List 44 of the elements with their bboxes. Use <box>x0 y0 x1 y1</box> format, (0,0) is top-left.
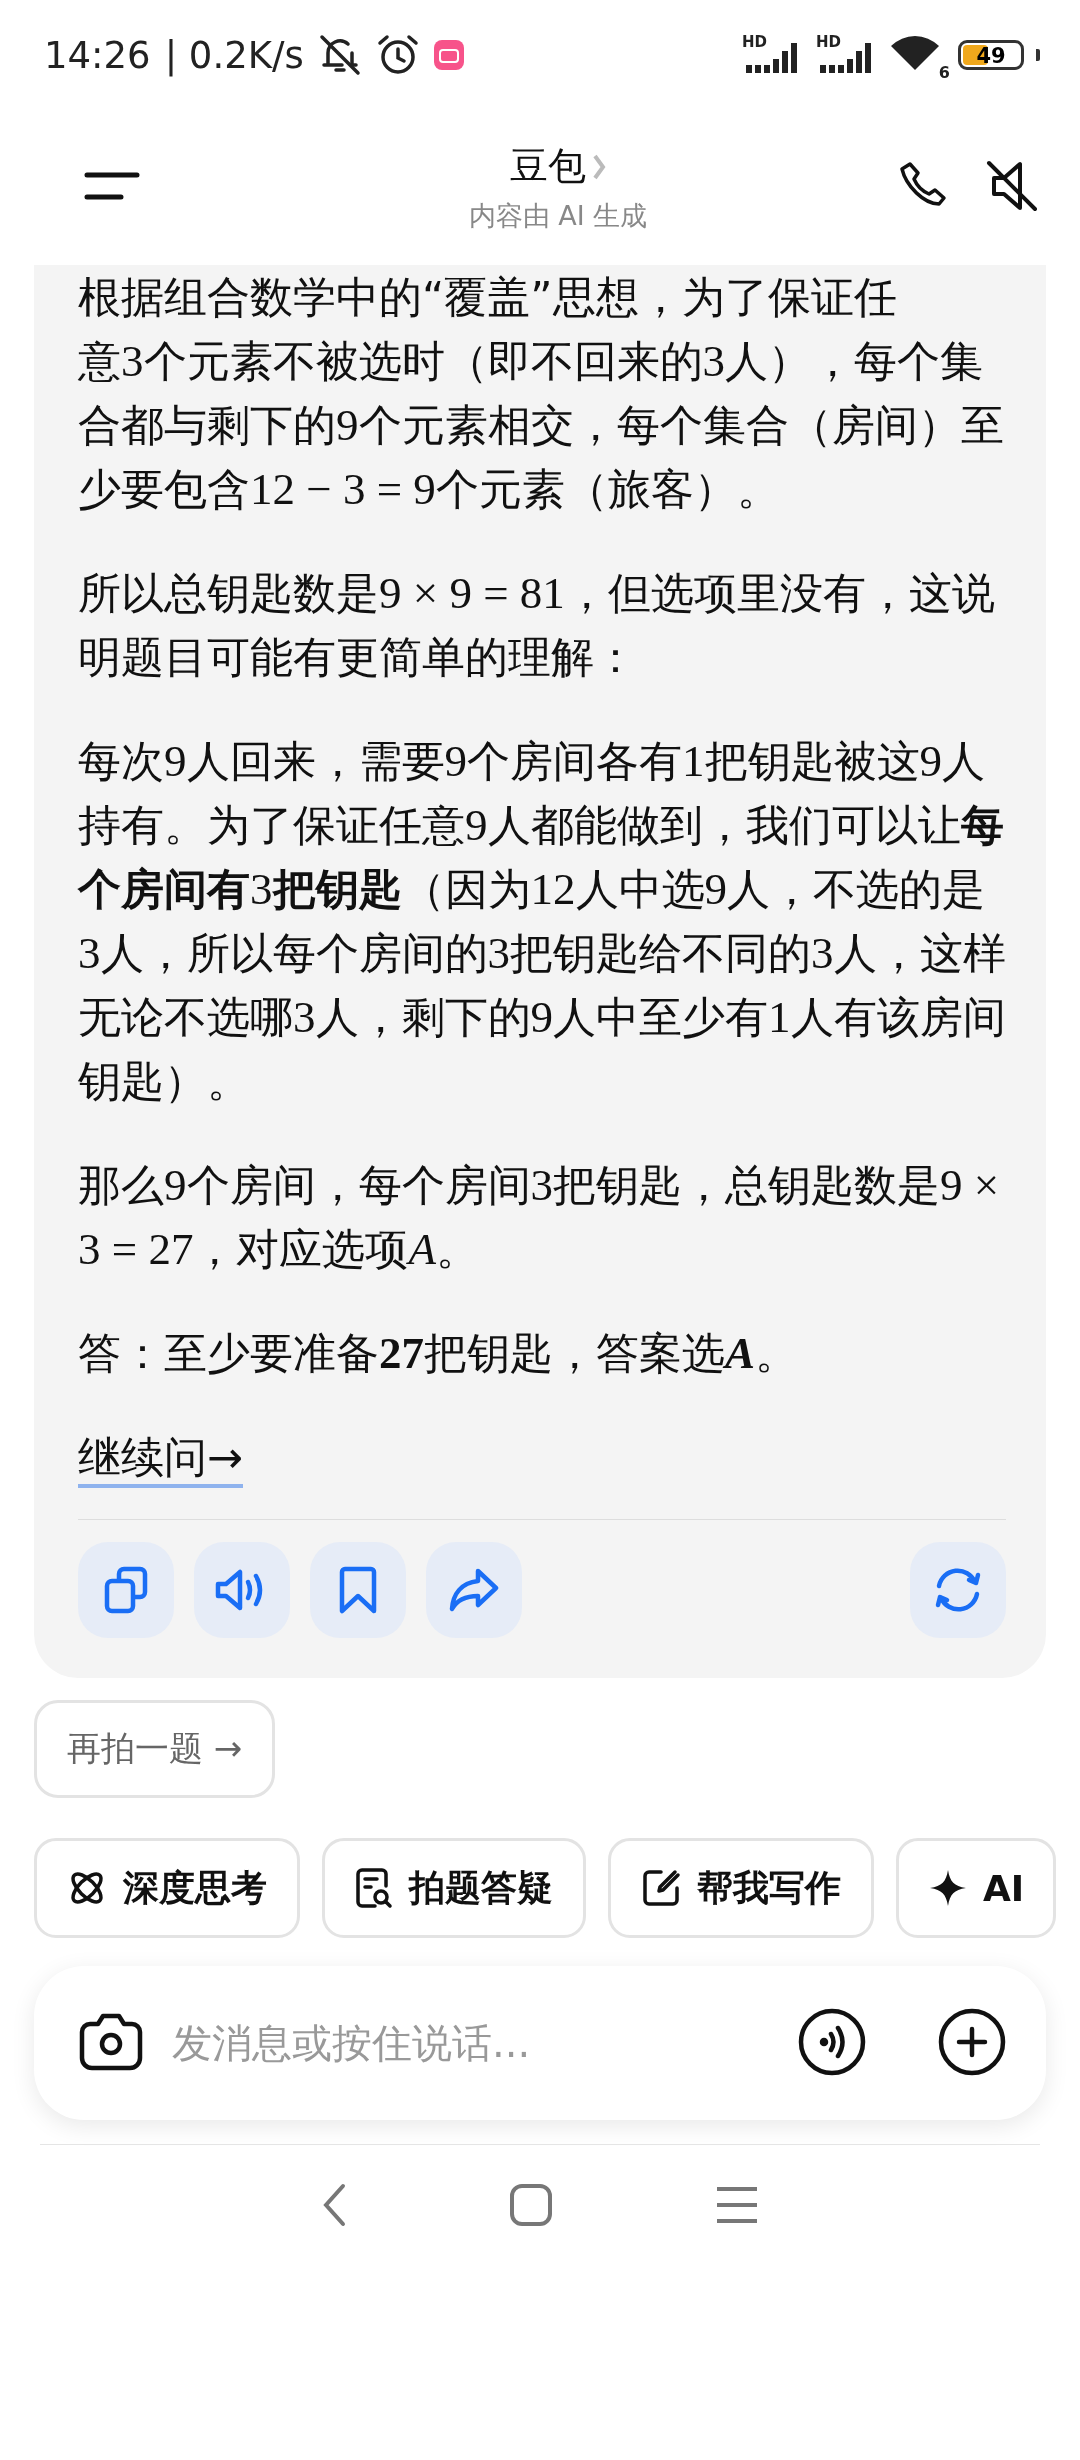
plus-icon <box>938 2007 1006 2076</box>
bookmark-button[interactable] <box>310 1542 406 1638</box>
deep-thinking-chip[interactable]: 深度思考 <box>34 1838 300 1938</box>
message-paragraph: 那么9个房间，每个房间3把钥匙，总钥匙数是9 × 3 = 27，对应选项A。 <box>78 1159 1001 1276</box>
message-paragraph: 所以总钥匙数是9 × 9 = 81，但选项里没有，这说明题目可能有更简单的理解： <box>78 567 996 684</box>
copy-icon <box>104 1566 148 1614</box>
regenerate-button[interactable] <box>910 1542 1006 1638</box>
share-icon <box>449 1568 499 1612</box>
wifi-icon <box>890 34 940 72</box>
network-speed: | 0.2K/s <box>164 33 304 77</box>
clock-time: 14:26 <box>44 33 151 77</box>
message-paragraph: 答：至少要准备27把钥匙，答案选A。 <box>78 1327 799 1380</box>
menu-icon[interactable] <box>715 2184 759 2225</box>
chevron-icon <box>592 152 606 181</box>
menu-icon <box>84 171 142 201</box>
network-label: HD <box>742 33 767 51</box>
message-paragraph: 每次9人回来，需要9个房间各有1把钥匙被这9人持有。为了保证任意9人都能做到，我们可以让每个房间有3把钥匙（因为12人中选9人，不选的是 3人，所以每个房间的3把钥匙给不同的3人，这样无论不选哪3人，剩下的9人中至少有1人有该房间钥匙）。 <box>78 735 1006 1108</box>
retake-question-button[interactable]: 再拍一题 → <box>34 1700 276 1798</box>
read-aloud-button[interactable] <box>194 1542 290 1638</box>
muted-speaker-icon <box>984 158 1040 214</box>
copy-button[interactable] <box>78 1542 174 1638</box>
chat-title[interactable]: 豆包 <box>510 141 586 192</box>
edit-icon <box>641 1868 681 1908</box>
back-icon[interactable] <box>321 2181 347 2228</box>
home-icon[interactable] <box>509 2182 553 2227</box>
bookmark-icon <box>338 1566 378 1614</box>
ai-chip[interactable]: AI <box>896 1838 1056 1938</box>
continue-asking-link[interactable]: 继续问→ <box>78 1430 244 1488</box>
share-button[interactable] <box>426 1542 522 1638</box>
document-search-icon <box>355 1867 393 1909</box>
muted-bell-icon <box>317 33 362 77</box>
message-paragraph: 意3个元素不被选时（即不回来的3人），每个集合都与剩下的9个元素相交，每个集合（房间）至少要包含12 − 3 = 9个元素（旅客）。 <box>78 335 1005 516</box>
alarm-clock-icon <box>375 33 420 77</box>
voice-wave-icon <box>798 2007 866 2076</box>
writing-help-chip[interactable]: 帮我写作 <box>608 1838 874 1938</box>
camera-icon <box>78 2011 144 2072</box>
message-text: 根据组合数学中的“覆盖”思想，为了保证任 <box>78 271 898 324</box>
photo-question-chip[interactable]: 拍题答疑 <box>322 1838 586 1938</box>
app-icon <box>433 40 464 70</box>
ai-notice: 内容由 AI 生成 <box>468 199 648 233</box>
sparkle-icon <box>929 1869 967 1907</box>
network-label: HD <box>816 33 841 51</box>
wifi-label: 6 <box>938 63 950 82</box>
message-input[interactable]: 发消息或按住说话... <box>170 2019 772 2067</box>
